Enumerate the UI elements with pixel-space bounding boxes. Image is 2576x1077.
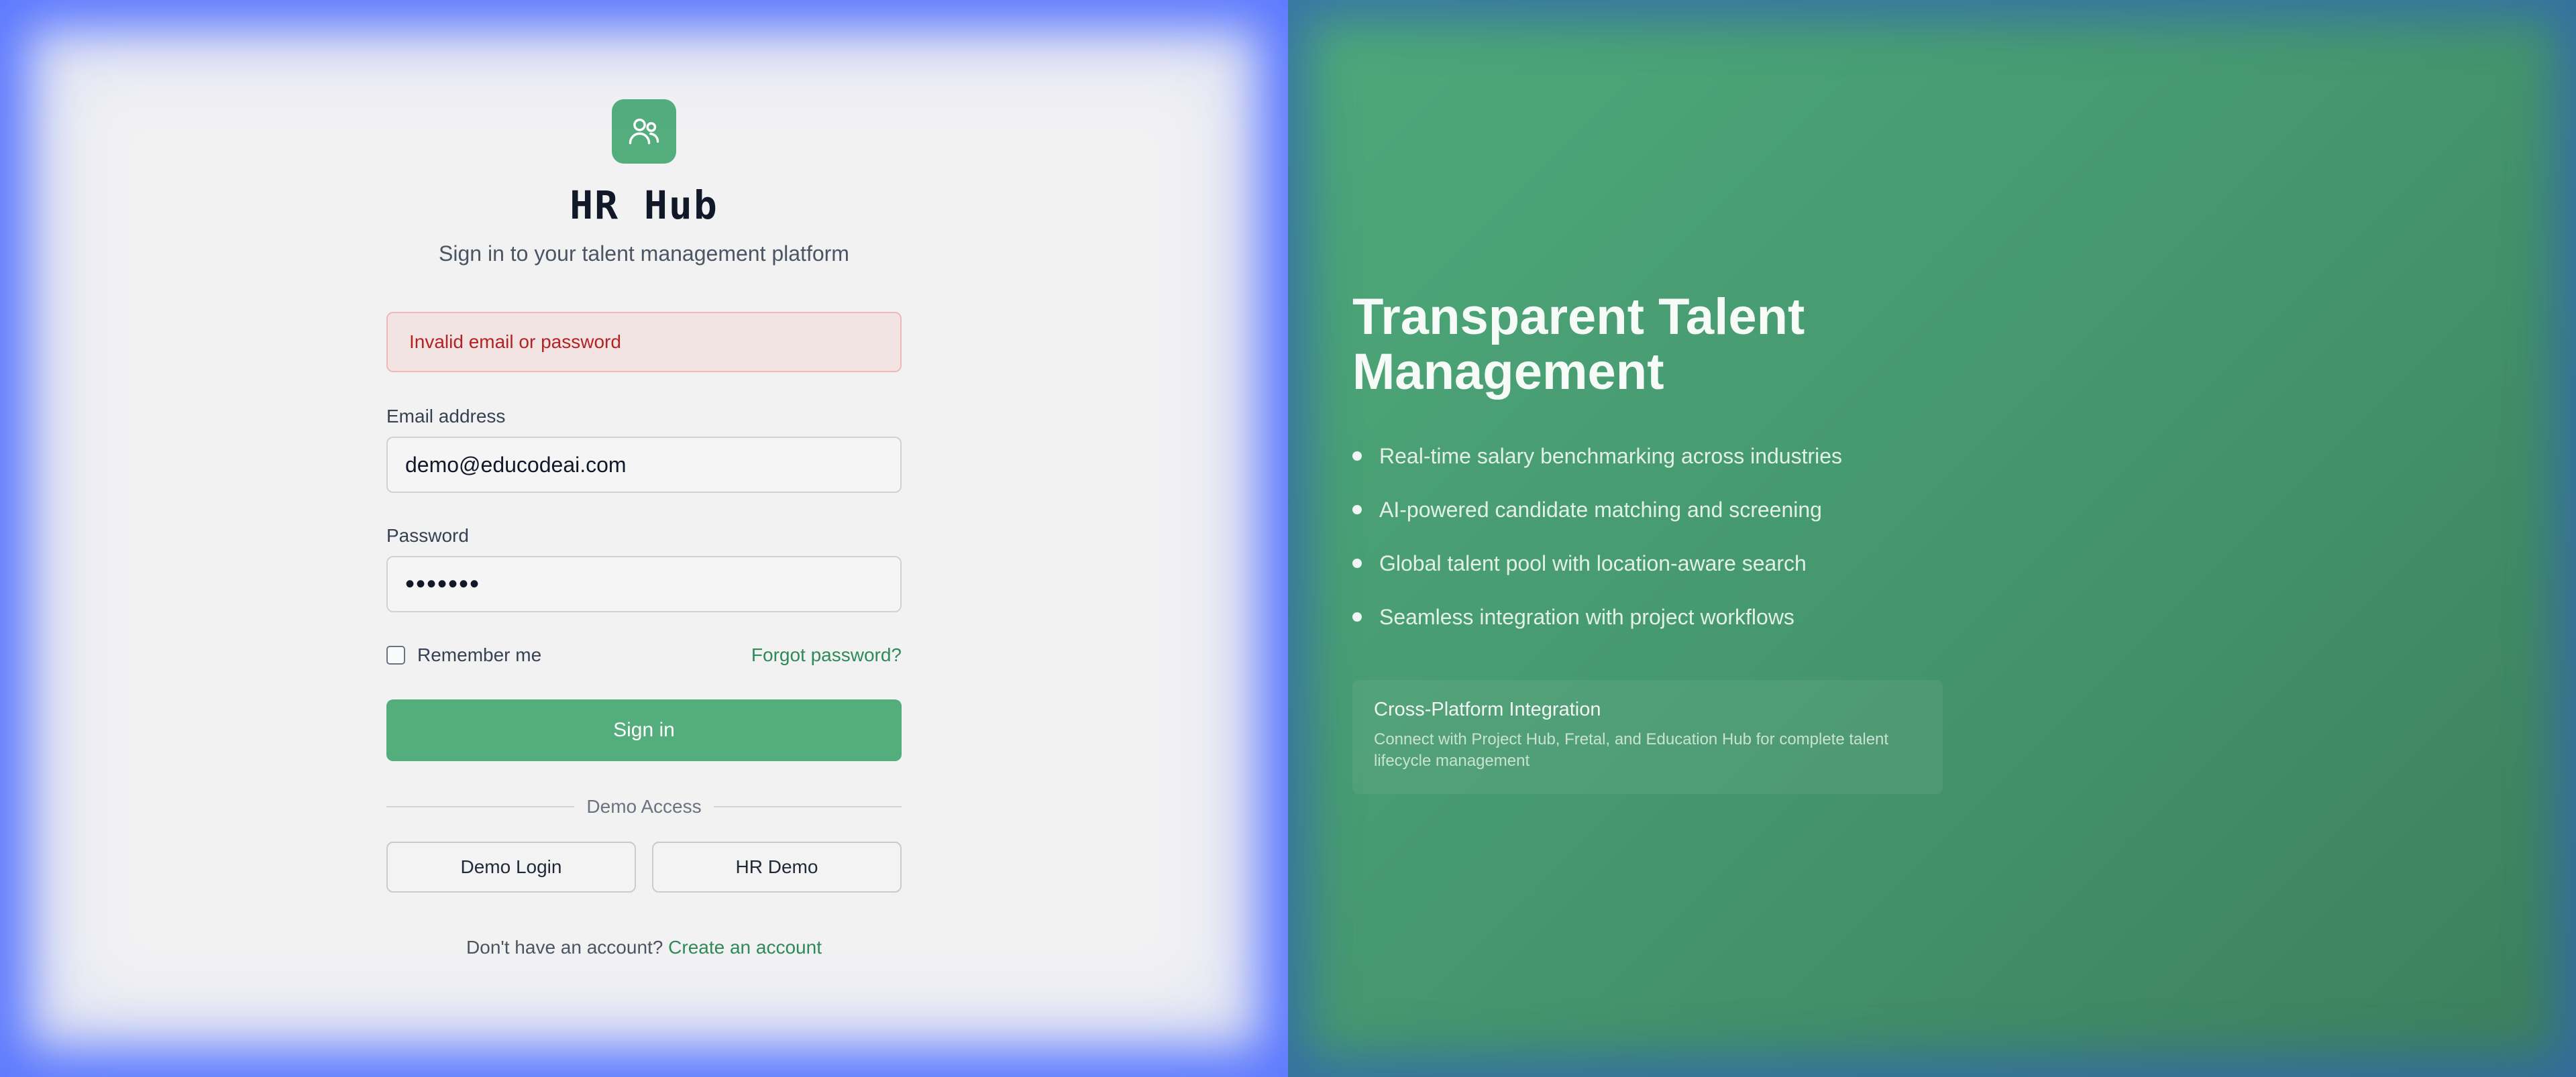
app-title: HR Hub [570,182,718,228]
demo-divider: Demo Access [386,796,902,817]
password-label: Password [386,525,469,546]
app-subtitle: Sign in to your talent management platfo… [439,241,849,266]
hero-content: Transparent Talent Management Real-time … [1352,290,2090,794]
divider-label: Demo Access [586,796,702,817]
integration-card-description: Connect with Project Hub, Fretal, and Ed… [1374,730,1889,770]
feature-item: Seamless integration with project workfl… [1352,590,2090,644]
demo-buttons: Demo Login HR Demo [386,842,902,893]
divider-line-left [386,806,575,807]
sign-in-button[interactable]: Sign in [386,699,902,761]
feature-item: Global talent pool with location-aware s… [1352,536,2090,590]
error-alert: Invalid email or password [386,312,902,372]
bullet-icon [1352,505,1362,514]
remember-label: Remember me [417,644,542,665]
create-account-link[interactable]: Create an account [668,937,822,958]
divider-line-right [713,806,902,807]
feature-list: Real-time salary benchmarking across ind… [1352,429,2090,644]
integration-card-title: Cross-Platform Integration [1374,699,1601,720]
demo-login-button[interactable]: Demo Login [386,842,636,893]
feature-text: Global talent pool with location-aware s… [1379,551,1807,575]
signup-prompt: Don't have an account? [466,937,663,958]
error-message: Invalid email or password [409,331,621,352]
login-panel: HR Hub Sign in to your talent management… [0,0,1288,1077]
feature-text: AI-powered candidate matching and screen… [1379,497,1822,522]
bullet-icon [1352,451,1362,461]
email-label: Email address [386,406,506,427]
forgot-password-link[interactable]: Forgot password? [751,644,902,666]
feature-item: AI-powered candidate matching and screen… [1352,483,2090,536]
login-page: HR Hub Sign in to your talent management… [0,0,2576,1077]
hr-demo-button[interactable]: HR Demo [652,842,902,893]
integration-card: Cross-Platform Integration Connect with … [1352,680,1943,794]
bullet-icon [1352,612,1362,622]
password-input[interactable] [386,556,902,612]
signup-row: Don't have an account? Create an account [386,937,902,958]
bullet-icon [1352,559,1362,568]
form-options: Remember me Forgot password? [386,644,902,666]
remember-checkbox[interactable] [386,646,405,665]
email-input[interactable] [386,437,902,493]
feature-item: Real-time salary benchmarking across ind… [1352,429,2090,483]
marketing-panel: Transparent Talent Management Real-time … [1288,0,2576,1077]
feature-text: Seamless integration with project workfl… [1379,604,1794,629]
app-logo [612,99,676,164]
feature-text: Real-time salary benchmarking across ind… [1379,443,1843,468]
login-form: HR Hub Sign in to your talent management… [386,99,902,958]
hero-title: Transparent Talent Management [1352,288,1805,400]
remember-me[interactable]: Remember me [386,644,541,666]
users-icon [629,118,659,145]
